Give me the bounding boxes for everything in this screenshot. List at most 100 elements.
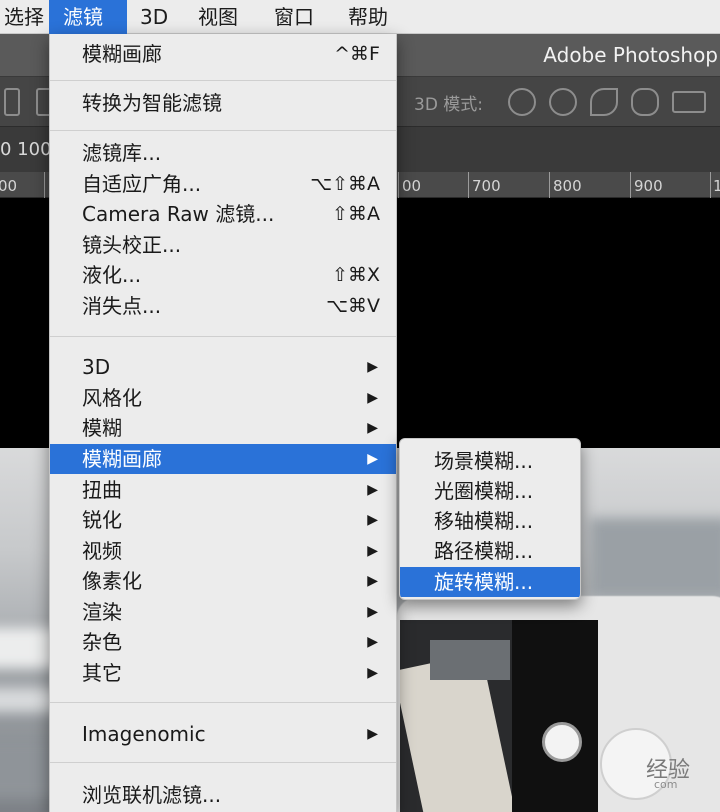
menu-item-label: 模糊 — [82, 416, 122, 440]
menu-item-adaptive-wide-angle[interactable]: 自适应广角... ⌥⇧⌘A — [50, 169, 396, 199]
blur-gallery-submenu: 场景模糊... 光圈模糊... 移轴模糊... 路径模糊... 旋转模糊... — [399, 438, 581, 600]
menu-item-shortcut: ⇧⌘X — [332, 264, 380, 286]
menu-item-convert-smart-filter[interactable]: 转换为智能滤镜 — [50, 88, 396, 118]
submenu-item-label: 场景模糊... — [434, 449, 534, 473]
menu-item-label: 其它 — [82, 661, 122, 685]
app-title: Adobe Photoshop — [543, 43, 718, 67]
ruler-label: 00 — [402, 177, 422, 195]
submenu-arrow-icon: ▶ — [367, 543, 378, 559]
3d-mode-label: 3D 模式: — [414, 95, 484, 115]
menu-item-stylize[interactable]: 风格化 ▶ — [50, 383, 396, 413]
menu-item-label: 液化... — [82, 263, 142, 287]
menu-item-sharpen[interactable]: 锐化 ▶ — [50, 505, 396, 535]
menu-item-shortcut: ⇧⌘A — [332, 203, 380, 225]
3d-camera-icon[interactable] — [672, 91, 706, 113]
menu-separator — [50, 130, 396, 131]
menu-item-label: 3D — [82, 355, 111, 379]
submenu-item-tilt-shift[interactable]: 移轴模糊... — [400, 506, 580, 536]
3d-pan-icon[interactable] — [590, 88, 618, 116]
submenu-arrow-icon: ▶ — [367, 390, 378, 406]
menu-separator — [50, 336, 396, 337]
menu-item-imagenomic[interactable]: Imagenomic ▶ — [50, 719, 396, 749]
ruler-tick — [44, 172, 45, 198]
submenu-arrow-icon: ▶ — [367, 634, 378, 650]
menu-item-camera-raw[interactable]: Camera Raw 滤镜... ⇧⌘A — [50, 199, 396, 229]
ruler-label: 1 — [713, 177, 720, 195]
menu-view[interactable]: 视图 — [184, 0, 252, 34]
menu-item-render[interactable]: 渲染 ▶ — [50, 597, 396, 627]
watermark-sub: com — [654, 778, 678, 791]
submenu-arrow-icon: ▶ — [367, 726, 378, 742]
menu-item-blur-gallery[interactable]: 模糊画廊 ▶ — [50, 444, 396, 474]
submenu-arrow-icon: ▶ — [367, 420, 378, 436]
menu-item-label: 浏览联机滤镜... — [82, 783, 222, 807]
menu-item-pixelate[interactable]: 像素化 ▶ — [50, 566, 396, 596]
menu-item-filter-gallery[interactable]: 滤镜库... — [50, 138, 396, 168]
submenu-arrow-icon: ▶ — [367, 359, 378, 375]
submenu-arrow-icon: ▶ — [367, 451, 378, 467]
submenu-item-field-blur[interactable]: 场景模糊... — [400, 446, 580, 476]
menu-3d[interactable]: 3D — [126, 0, 182, 34]
submenu-arrow-icon: ▶ — [367, 482, 378, 498]
ruler-tick — [398, 172, 399, 198]
menu-item-label: 自适应广角... — [82, 172, 202, 196]
menu-item-label: Imagenomic — [82, 722, 206, 746]
menu-separator — [50, 702, 396, 703]
submenu-item-spin-blur[interactable]: 旋转模糊... — [400, 567, 580, 597]
menu-item-browse-online-filters[interactable]: 浏览联机滤镜... — [50, 780, 396, 810]
filter-menu: 模糊画廊 ^⌘F 转换为智能滤镜 滤镜库... 自适应广角... ⌥⇧⌘A Ca… — [49, 34, 397, 812]
menu-item-shortcut: ^⌘F — [334, 43, 380, 65]
ruler-label: 700 — [472, 177, 501, 195]
menu-item-label: Camera Raw 滤镜... — [82, 202, 275, 226]
menu-item-noise[interactable]: 杂色 ▶ — [50, 627, 396, 657]
menu-item-label: 锐化 — [82, 508, 122, 532]
menu-item-label: 模糊画廊 — [82, 447, 162, 471]
menu-item-label: 消失点... — [82, 294, 162, 318]
ruler-label: 800 — [553, 177, 582, 195]
ruler-tick — [630, 172, 631, 198]
3d-slide-icon[interactable] — [631, 88, 659, 116]
menu-item-3d[interactable]: 3D ▶ — [50, 352, 396, 382]
train-image — [430, 640, 510, 680]
shutter-button-icon — [542, 722, 582, 762]
menu-separator — [50, 80, 396, 81]
menu-help[interactable]: 帮助 — [334, 0, 402, 34]
menu-separator — [50, 762, 396, 763]
ruler-tick — [549, 172, 550, 198]
menu-filter[interactable]: 滤镜 — [49, 0, 127, 34]
menu-item-label: 视频 — [82, 539, 122, 563]
menu-item-vanishing-point[interactable]: 消失点... ⌥⌘V — [50, 291, 396, 321]
menu-window[interactable]: 窗口 — [260, 0, 328, 34]
submenu-arrow-icon: ▶ — [367, 573, 378, 589]
submenu-arrow-icon: ▶ — [367, 665, 378, 681]
menu-item-blur[interactable]: 模糊 ▶ — [50, 413, 396, 443]
ruler-label: 00 — [0, 177, 18, 195]
submenu-item-label: 路径模糊... — [434, 539, 534, 563]
submenu-item-label: 光圈模糊... — [434, 479, 534, 503]
menu-item-shortcut: ⌥⇧⌘A — [310, 173, 380, 195]
3d-roll-icon[interactable] — [549, 88, 577, 116]
menu-item-blur-gallery-last[interactable]: 模糊画廊 ^⌘F — [50, 39, 396, 69]
menu-item-label: 渲染 — [82, 600, 122, 624]
ruler-tick — [710, 172, 711, 198]
camera-controls — [512, 620, 598, 812]
menu-item-video[interactable]: 视频 ▶ — [50, 536, 396, 566]
menu-item-label: 镜头校正... — [82, 233, 182, 257]
3d-orbit-icon[interactable] — [508, 88, 536, 116]
menu-item-liquify[interactable]: 液化... ⇧⌘X — [50, 260, 396, 290]
menu-item-distort[interactable]: 扭曲 ▶ — [50, 475, 396, 505]
menu-bar: 选择 滤镜 3D 视图 窗口 帮助 — [0, 0, 720, 34]
submenu-item-path-blur[interactable]: 路径模糊... — [400, 536, 580, 566]
submenu-item-iris-blur[interactable]: 光圈模糊... — [400, 476, 580, 506]
menu-item-label: 扭曲 — [82, 478, 122, 502]
submenu-arrow-icon: ▶ — [367, 512, 378, 528]
submenu-item-label: 旋转模糊... — [434, 570, 534, 594]
menu-item-lens-correction[interactable]: 镜头校正... — [50, 230, 396, 260]
menu-item-label: 像素化 — [82, 569, 142, 593]
ruler-tick — [468, 172, 469, 198]
menu-item-label: 模糊画廊 — [82, 42, 162, 66]
submenu-item-label: 移轴模糊... — [434, 509, 534, 533]
menu-item-label: 风格化 — [82, 386, 142, 410]
menu-item-other[interactable]: 其它 ▶ — [50, 658, 396, 688]
align-icon[interactable] — [4, 88, 20, 116]
